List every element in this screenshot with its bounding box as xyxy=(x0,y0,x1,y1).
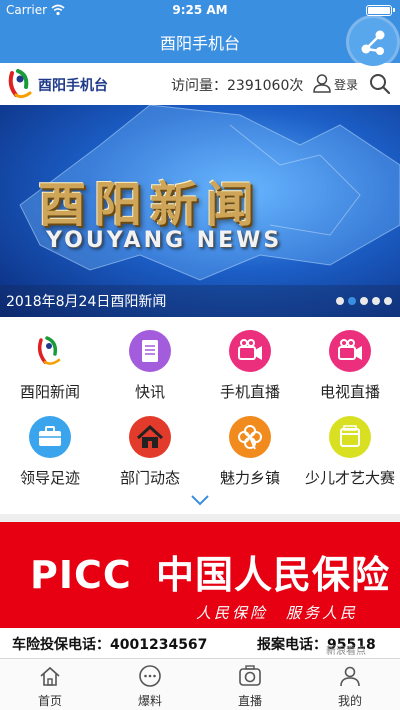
banner-subtitle: YOUYANG NEWS xyxy=(46,228,283,253)
grid-item-label: 快讯 xyxy=(134,383,165,401)
folder-icon xyxy=(329,416,371,458)
tab-bar: 首页 爆料 直播 我的 xyxy=(0,658,400,710)
banner-title: 酉阳新闻 xyxy=(38,177,263,233)
chevron-down-icon[interactable] xyxy=(191,494,209,506)
tab-item[interactable]: 爆料 xyxy=(100,659,200,710)
nav-title: 酉阳手机台 xyxy=(159,34,240,53)
brand-name: 酉阳手机台 xyxy=(38,78,108,94)
grid-item[interactable]: 少儿才艺大赛 xyxy=(300,404,400,494)
grid-item-label: 电视直播 xyxy=(319,383,380,401)
ad-logo: PICC 中国人民保险 xyxy=(30,544,390,599)
status-bar: Carrier 9:25 AM xyxy=(0,0,400,20)
user-icon[interactable] xyxy=(312,73,332,93)
tab-label: 直播 xyxy=(237,694,262,708)
video-camera-icon xyxy=(229,330,271,372)
grid-item-label: 魅力乡镇 xyxy=(219,469,280,487)
login-link[interactable]: 登录 xyxy=(334,76,358,93)
youyang-logo-icon xyxy=(8,69,32,99)
ad-phone: 车险投保电话：4001234567 xyxy=(12,637,208,653)
grid-item[interactable]: 手机直播 xyxy=(200,318,300,408)
carousel-dot[interactable] xyxy=(384,297,392,305)
grid-item[interactable]: 部门动态 xyxy=(100,404,200,494)
news-banner[interactable]: 酉阳新闻 YOUYANG NEWS 2018年8月24日酉阳新闻 xyxy=(0,105,400,317)
share-button[interactable] xyxy=(349,18,397,66)
picc-ad[interactable]: PICC 中国人民保险 人民保险 服务人民 车险投保电话：4001234567 … xyxy=(0,522,400,658)
watermark: 新浪看点 xyxy=(326,646,366,657)
tab-item[interactable]: 直播 xyxy=(200,659,300,710)
search-icon[interactable] xyxy=(368,72,392,96)
youyang-logo-icon xyxy=(29,330,71,372)
grid-item-label: 少儿才艺大赛 xyxy=(304,469,395,487)
grid-item-label: 部门动态 xyxy=(119,469,180,487)
video-camera-icon xyxy=(329,330,371,372)
carousel-dot[interactable] xyxy=(360,297,368,305)
banner-caption: 2018年8月24日酉阳新闻 xyxy=(6,294,167,310)
grid-item[interactable]: 酉阳新闻 xyxy=(0,318,100,408)
tab-item[interactable]: 我的 xyxy=(300,659,400,710)
carousel-dot[interactable] xyxy=(348,297,356,305)
user-icon xyxy=(338,664,362,688)
carousel-dot[interactable] xyxy=(372,297,380,305)
carousel-dot[interactable] xyxy=(336,297,344,305)
ad-logo-latin: PICC xyxy=(30,553,132,597)
carousel-dots[interactable] xyxy=(336,297,392,305)
section-divider xyxy=(0,514,400,522)
clover-icon xyxy=(229,416,271,458)
camera-icon xyxy=(238,664,262,688)
grid-item[interactable]: 魅力乡镇 xyxy=(200,404,300,494)
tab-label: 爆料 xyxy=(137,694,162,708)
chat-bubble-icon xyxy=(138,664,162,688)
briefcase-icon xyxy=(29,416,71,458)
home-icon xyxy=(129,416,171,458)
document-icon xyxy=(129,330,171,372)
grid-item[interactable]: 领导足迹 xyxy=(0,404,100,494)
top-bar: Carrier 9:25 AM 酉阳手机台 xyxy=(0,0,400,63)
share-icon xyxy=(361,30,385,55)
tab-label: 我的 xyxy=(337,694,362,708)
ad-logo-cn: 中国人民保险 xyxy=(156,553,391,597)
grid-item-label: 领导足迹 xyxy=(19,469,80,487)
tab-item[interactable]: 首页 xyxy=(0,659,100,710)
ad-slogan: 人民保险 服务人民 xyxy=(196,604,359,622)
tab-label: 首页 xyxy=(37,694,62,708)
status-time: 9:25 AM xyxy=(172,3,228,17)
grid-item-label: 酉阳新闻 xyxy=(19,383,80,401)
header: 酉阳手机台 访问量：2391060次 登录 xyxy=(0,63,400,105)
grid-item[interactable]: 电视直播 xyxy=(300,318,400,408)
visit-counter: 访问量：2391060次 xyxy=(171,78,304,94)
battery-icon xyxy=(366,5,395,16)
grid-item[interactable]: 快讯 xyxy=(100,318,200,408)
grid-item-label: 手机直播 xyxy=(219,383,280,401)
home-outline-icon xyxy=(38,664,62,688)
category-grid: 酉阳新闻 快讯 手机直播 电视直播领导足迹 部门动态 魅力乡镇 少儿才艺大赛 xyxy=(0,318,400,498)
